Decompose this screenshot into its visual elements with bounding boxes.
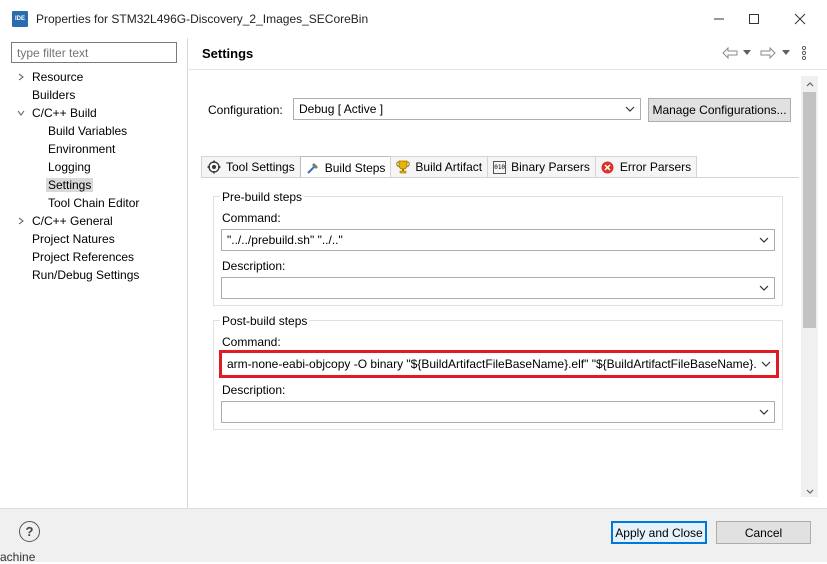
tree-item-cc-build[interactable]: C/C++ Build (16, 104, 186, 122)
tree-label: Logging (48, 160, 91, 174)
post-build-command-value: arm-none-eabi-objcopy -O binary "${Build… (227, 357, 757, 371)
chevron-down-icon (759, 285, 769, 291)
tree-item-resource[interactable]: Resource (16, 68, 186, 86)
tab-label: Tool Settings (226, 160, 295, 174)
forward-button[interactable] (760, 45, 776, 61)
tree-label: Settings (46, 178, 94, 192)
pre-build-description-label: Description: (222, 259, 286, 273)
tree-item-project-references[interactable]: Project References (16, 248, 186, 266)
tree-item-build-variables[interactable]: Build Variables (16, 122, 186, 140)
tree-label: Environment (48, 142, 116, 156)
caret-down-icon (782, 50, 790, 55)
tree-label: Tool Chain Editor (48, 196, 140, 210)
pre-build-title: Pre-build steps (220, 190, 305, 204)
page-title: Settings (202, 46, 254, 61)
back-menu-button[interactable] (743, 45, 751, 61)
pre-build-command-label: Command: (222, 211, 281, 225)
tab-label: Build Artifact (415, 160, 483, 174)
tab-build-steps[interactable]: Build Steps (299, 156, 392, 178)
tab-binary-parsers[interactable]: 010 Binary Parsers (487, 156, 596, 177)
error-icon (601, 160, 615, 174)
settings-tabs: Tool Settings Build Steps Build Artifact… (201, 156, 698, 178)
tree-label: C/C++ Build (32, 106, 97, 120)
tree-item-cc-general[interactable]: C/C++ General (16, 212, 186, 230)
scrollbar-thumb[interactable] (803, 92, 816, 328)
view-menu-button[interactable] (801, 45, 807, 61)
scroll-down-button[interactable] (801, 483, 818, 499)
post-build-command-combo[interactable]: arm-none-eabi-objcopy -O binary "${Build… (219, 350, 779, 378)
tree-item-environment[interactable]: Environment (16, 140, 186, 158)
apply-and-close-button[interactable]: Apply and Close (611, 521, 707, 544)
forward-menu-button[interactable] (782, 45, 790, 61)
configuration-select[interactable]: Debug [ Active ] (293, 98, 641, 120)
help-icon[interactable]: ? (19, 521, 40, 542)
tree-item-project-natures[interactable]: Project Natures (16, 230, 186, 248)
binary-file-icon: 010 (493, 160, 507, 174)
trophy-icon (396, 160, 411, 174)
scroll-up-button[interactable] (801, 76, 818, 92)
tree-label: C/C++ General (32, 214, 113, 228)
tab-label: Error Parsers (619, 160, 692, 174)
minimize-icon (714, 18, 724, 20)
post-build-title: Post-build steps (220, 314, 310, 328)
chevron-down-icon (759, 237, 769, 243)
tree-label: Run/Debug Settings (32, 268, 140, 282)
tree-item-tool-chain-editor[interactable]: Tool Chain Editor (16, 194, 186, 212)
maximize-button[interactable] (739, 6, 769, 32)
tree-label: Build Variables (48, 124, 128, 138)
window-title: Properties for STM32L496G-Discovery_2_Im… (36, 12, 369, 26)
ide-app-icon: IDE (12, 11, 28, 27)
vertical-ellipsis-icon (801, 46, 807, 60)
cancel-button[interactable]: Cancel (716, 521, 811, 544)
chevron-down-icon[interactable] (16, 108, 26, 118)
chevron-right-icon[interactable] (16, 72, 26, 82)
tree-item-settings[interactable]: Settings (16, 176, 186, 194)
tab-label: Build Steps (324, 160, 386, 175)
maximize-icon (749, 14, 759, 24)
chevron-down-icon (625, 106, 635, 112)
chevron-up-icon (806, 81, 813, 86)
configuration-label: Configuration: (208, 103, 283, 117)
close-window-button[interactable] (785, 6, 815, 32)
manage-configurations-button[interactable]: Manage Configurations... (648, 98, 791, 122)
tab-build-artifact[interactable]: Build Artifact (390, 156, 489, 177)
tree-item-run-debug-settings[interactable]: Run/Debug Settings (16, 266, 186, 284)
pre-build-description-combo[interactable] (221, 277, 775, 299)
chevron-down-icon (806, 489, 813, 494)
caret-down-icon (743, 50, 751, 55)
tree-label: Resource (32, 70, 84, 84)
tab-tool-settings[interactable]: Tool Settings (201, 156, 301, 177)
post-build-description-label: Description: (222, 383, 286, 397)
pre-build-command-combo[interactable]: "../../prebuild.sh" "../.." (221, 229, 775, 251)
arrow-left-icon (722, 47, 738, 59)
minimize-button[interactable] (704, 6, 734, 32)
chevron-right-icon[interactable] (16, 216, 26, 226)
configuration-value: Debug [ Active ] (299, 102, 384, 116)
tab-error-parsers[interactable]: Error Parsers (594, 156, 698, 177)
tree-label: Project References (32, 250, 135, 264)
tree-label: Builders (32, 88, 76, 102)
back-button[interactable] (722, 45, 738, 61)
post-build-description-combo[interactable] (221, 401, 775, 423)
close-icon (794, 13, 806, 25)
post-build-command-label: Command: (222, 335, 281, 349)
build-steps-icon (306, 161, 320, 175)
chevron-down-icon (759, 409, 769, 415)
arrow-right-icon (760, 47, 776, 59)
tree-item-builders[interactable]: Builders (16, 86, 186, 104)
tree-label: Project Natures (32, 232, 115, 246)
tab-label: Binary Parsers (511, 160, 590, 174)
pre-build-command-value: "../../prebuild.sh" "../.." (227, 233, 343, 247)
properties-tree: Resource Builders C/C++ Build Build Vari… (16, 68, 186, 284)
tree-item-logging[interactable]: Logging (16, 158, 186, 176)
tool-settings-icon (207, 160, 221, 174)
chevron-down-icon (761, 361, 771, 367)
filter-input[interactable] (11, 42, 177, 63)
